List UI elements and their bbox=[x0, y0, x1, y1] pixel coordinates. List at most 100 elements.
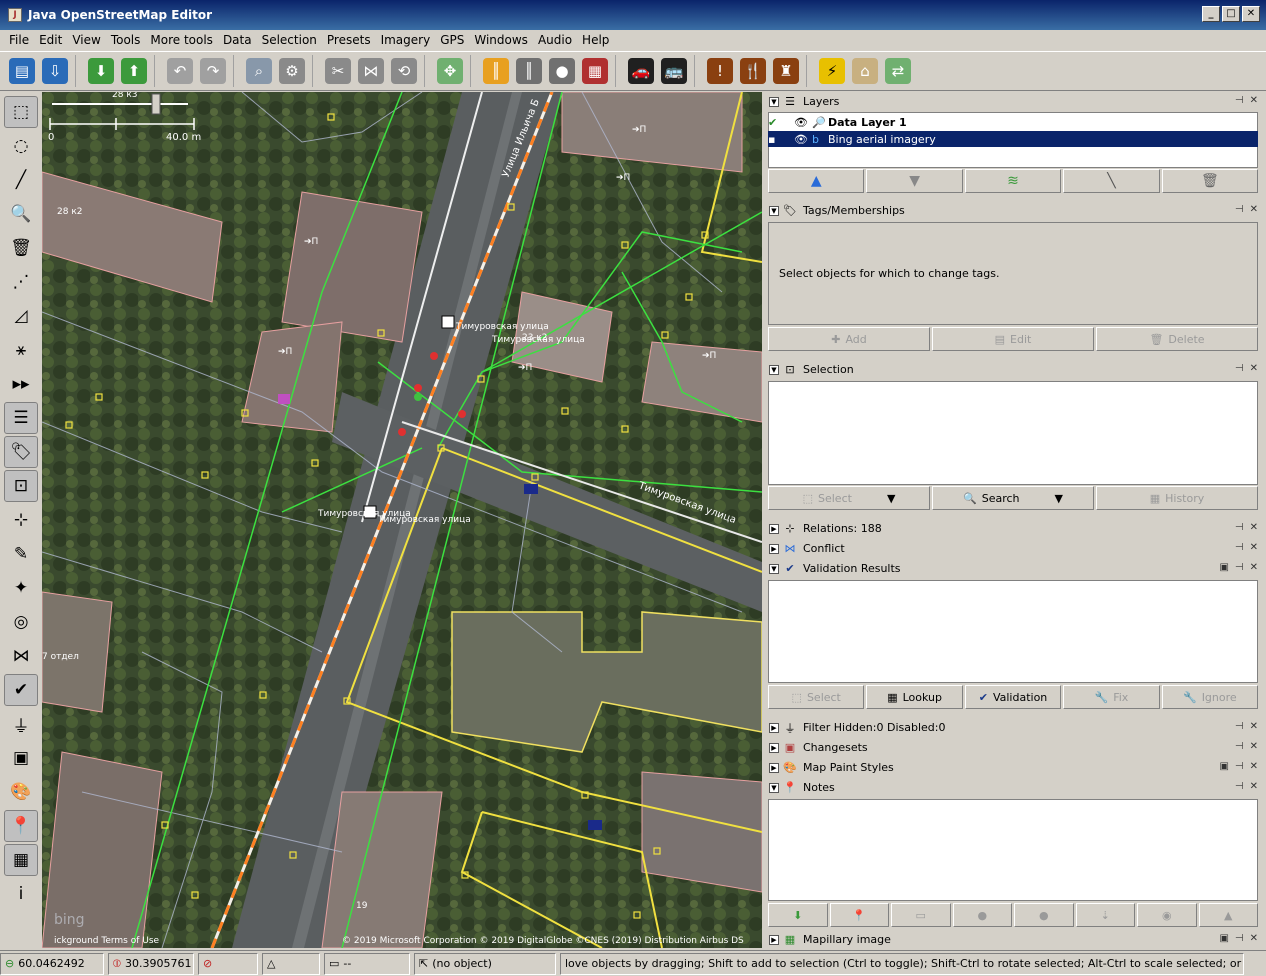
bus-shelter-icon[interactable] bbox=[588, 820, 602, 830]
commands-toggle-icon[interactable]: ✦ bbox=[4, 572, 38, 604]
close-note-button[interactable]: ● bbox=[952, 903, 1012, 927]
visibility-eye-icon[interactable]: 👁 bbox=[782, 133, 812, 146]
castle-preset-button[interactable]: ♜ bbox=[770, 55, 802, 87]
menu-help[interactable]: Help bbox=[577, 33, 614, 47]
fix-button[interactable]: 🔧 Fix bbox=[1063, 685, 1160, 709]
maximize-button[interactable]: □ bbox=[1222, 6, 1240, 22]
menu-presets[interactable]: Presets bbox=[322, 33, 376, 47]
mapillary-toggle-icon[interactable]: ▦ bbox=[4, 844, 38, 876]
more-tools-icon[interactable]: ▸▸ bbox=[4, 368, 38, 400]
mapstyles-panel-header[interactable]: ▶ 🎨 Map Paint Styles ▣ ⊣ ✕ bbox=[766, 758, 1262, 777]
comment-note-button[interactable]: ▭ bbox=[891, 903, 951, 927]
close-panel-icon[interactable]: ✕ bbox=[1250, 542, 1258, 553]
industrial-preset-button[interactable]: ⌂ bbox=[849, 55, 881, 87]
landuse-preset-button[interactable]: ⇄ bbox=[882, 55, 914, 87]
barrier-wall-button[interactable]: ▦ bbox=[579, 55, 611, 87]
history-toggle-icon[interactable]: ✎ bbox=[4, 538, 38, 570]
validation-button[interactable]: ✔ Validation bbox=[964, 685, 1062, 709]
notes-toggle-icon[interactable]: 📍 bbox=[4, 810, 38, 842]
traffic-signals-button[interactable]: ● bbox=[546, 55, 578, 87]
notes-panel-header[interactable]: ▼ 📍 Notes ⊣ ✕ bbox=[766, 778, 1262, 797]
filter-toggle-icon[interactable]: ⏚ bbox=[4, 708, 38, 740]
dropdown-arrow-icon[interactable]: ▼ bbox=[1055, 492, 1063, 505]
select-button[interactable]: ⬚ Select ▼ bbox=[768, 486, 930, 510]
car-button[interactable]: 🚗 bbox=[625, 55, 657, 87]
settings-icon[interactable]: ▣ bbox=[1219, 562, 1228, 573]
map-view[interactable]: 28 к2 Тимуровская улица Тимуровская улиц… bbox=[42, 92, 762, 948]
zoom-to-data-button[interactable]: ⌕ bbox=[243, 55, 275, 87]
pin-icon[interactable]: ⊣ bbox=[1235, 363, 1244, 374]
settings-icon[interactable]: ▣ bbox=[1219, 933, 1228, 944]
validation-results-list[interactable] bbox=[768, 580, 1258, 683]
expand-toggle-icon[interactable]: ▶ bbox=[769, 934, 779, 945]
open-file-button[interactable]: ▤ bbox=[6, 55, 38, 87]
tags-panel-header[interactable]: ▼ 🏷 Tags/Memberships ⊣ ✕ bbox=[766, 201, 1262, 220]
close-panel-icon[interactable]: ✕ bbox=[1250, 933, 1258, 944]
collapse-toggle-icon[interactable]: ▼ bbox=[769, 563, 779, 574]
merge-layers-button[interactable]: ≋ bbox=[964, 169, 1062, 193]
layers-toggle-icon[interactable]: ☰ bbox=[4, 402, 38, 434]
filter-panel-header[interactable]: ▶ ⏚ Filter Hidden:0 Disabled:0 ⊣ ✕ bbox=[766, 718, 1262, 737]
expand-toggle-icon[interactable]: ▶ bbox=[769, 722, 779, 733]
delete-tag-button[interactable]: 🗑 Delete bbox=[1096, 327, 1258, 351]
restaurant-preset-button[interactable]: 🍴 bbox=[737, 55, 769, 87]
undo-button[interactable]: ↶ bbox=[164, 55, 196, 87]
close-panel-icon[interactable]: ✕ bbox=[1250, 363, 1258, 374]
validation-panel-header[interactable]: ▼ ✔ Validation Results ▣ ⊣ ✕ bbox=[766, 559, 1262, 578]
edit-tag-button[interactable]: ▤ Edit bbox=[932, 327, 1094, 351]
tags-toggle-icon[interactable]: 🏷 bbox=[4, 436, 38, 468]
menu-gps[interactable]: GPS bbox=[435, 33, 469, 47]
expand-toggle-icon[interactable]: ▶ bbox=[769, 543, 779, 554]
combine-way-button[interactable]: ⋈ bbox=[355, 55, 387, 87]
selection-toggle-icon[interactable]: ⊡ bbox=[4, 470, 38, 502]
move-up-button[interactable]: ▲ bbox=[768, 169, 865, 193]
ignore-button[interactable]: 🔧 Ignore bbox=[1161, 685, 1259, 709]
imagery-toggle-icon[interactable]: ◎ bbox=[4, 606, 38, 638]
reverse-way-button[interactable]: ⟲ bbox=[388, 55, 420, 87]
download-button[interactable]: ⬇ bbox=[85, 55, 117, 87]
pin-icon[interactable]: ⊣ bbox=[1235, 204, 1244, 215]
dropdown-arrow-icon[interactable]: ▼ bbox=[887, 492, 895, 505]
open-in-browser-button[interactable]: ◉ bbox=[1137, 903, 1197, 927]
history-button[interactable]: ▦ History bbox=[1096, 486, 1258, 510]
close-button[interactable]: ✕ bbox=[1242, 6, 1260, 22]
pin-icon[interactable]: ⊣ bbox=[1235, 761, 1244, 772]
close-panel-icon[interactable]: ✕ bbox=[1250, 95, 1258, 106]
lookup-button[interactable]: ▦ Lookup bbox=[866, 685, 963, 709]
collapse-toggle-icon[interactable]: ▼ bbox=[769, 782, 779, 793]
layer-row-data[interactable]: ✔ 👁 🔎 Data Layer 1 bbox=[768, 114, 1258, 130]
minimize-button[interactable]: _ bbox=[1202, 6, 1220, 22]
expand-toggle-icon[interactable]: ▶ bbox=[769, 742, 779, 753]
save-file-button[interactable]: ⇩ bbox=[39, 55, 71, 87]
warning-preset-button[interactable]: ! bbox=[704, 55, 736, 87]
download-notes-button[interactable]: ⬇ bbox=[768, 903, 828, 927]
expand-toggle-icon[interactable]: ▶ bbox=[769, 762, 779, 773]
reopen-note-button[interactable]: ● bbox=[1014, 903, 1074, 927]
highway-preset-button[interactable]: ║ bbox=[480, 55, 512, 87]
relations-toggle-icon[interactable]: ⊹ bbox=[4, 504, 38, 536]
close-panel-icon[interactable]: ✕ bbox=[1250, 204, 1258, 215]
move-down-button[interactable]: ▼ bbox=[866, 169, 963, 193]
pin-icon[interactable]: ⊣ bbox=[1235, 741, 1244, 752]
notes-list[interactable] bbox=[768, 799, 1258, 901]
split-way-button[interactable]: ✂ bbox=[322, 55, 354, 87]
relations-panel-header[interactable]: ▶ ⊹ Relations: 188 ⊣ ✕ bbox=[766, 519, 1262, 538]
conflict-toggle-icon[interactable]: ⋈ bbox=[4, 640, 38, 672]
redo-button[interactable]: ↷ bbox=[197, 55, 229, 87]
expand-toggle-icon[interactable]: ▶ bbox=[769, 523, 779, 534]
select-tool-icon[interactable]: ⬚ bbox=[4, 96, 38, 128]
delete-tool-icon[interactable]: 🗑 bbox=[4, 232, 38, 264]
shop-icon[interactable] bbox=[278, 394, 290, 404]
new-note-button[interactable]: 📍 bbox=[829, 903, 889, 927]
validation-select-button[interactable]: ⬚ Select bbox=[768, 685, 865, 709]
bus-shelter-icon[interactable] bbox=[524, 484, 538, 494]
menu-selection[interactable]: Selection bbox=[257, 33, 322, 47]
selection-panel-header[interactable]: ▼ ⊡ Selection ⊣ ✕ bbox=[766, 360, 1262, 379]
visibility-eye-icon[interactable]: 👁 bbox=[782, 116, 812, 129]
lasso-tool-icon[interactable]: ◌ bbox=[4, 130, 38, 162]
mapstyles-toggle-icon[interactable]: 🎨 bbox=[4, 776, 38, 808]
terms-link[interactable]: ickground Terms of Use bbox=[54, 936, 160, 946]
menu-edit[interactable]: Edit bbox=[34, 33, 67, 47]
info-toggle-icon[interactable]: i bbox=[4, 878, 38, 910]
validation-toggle-icon[interactable]: ✔ bbox=[4, 674, 38, 706]
